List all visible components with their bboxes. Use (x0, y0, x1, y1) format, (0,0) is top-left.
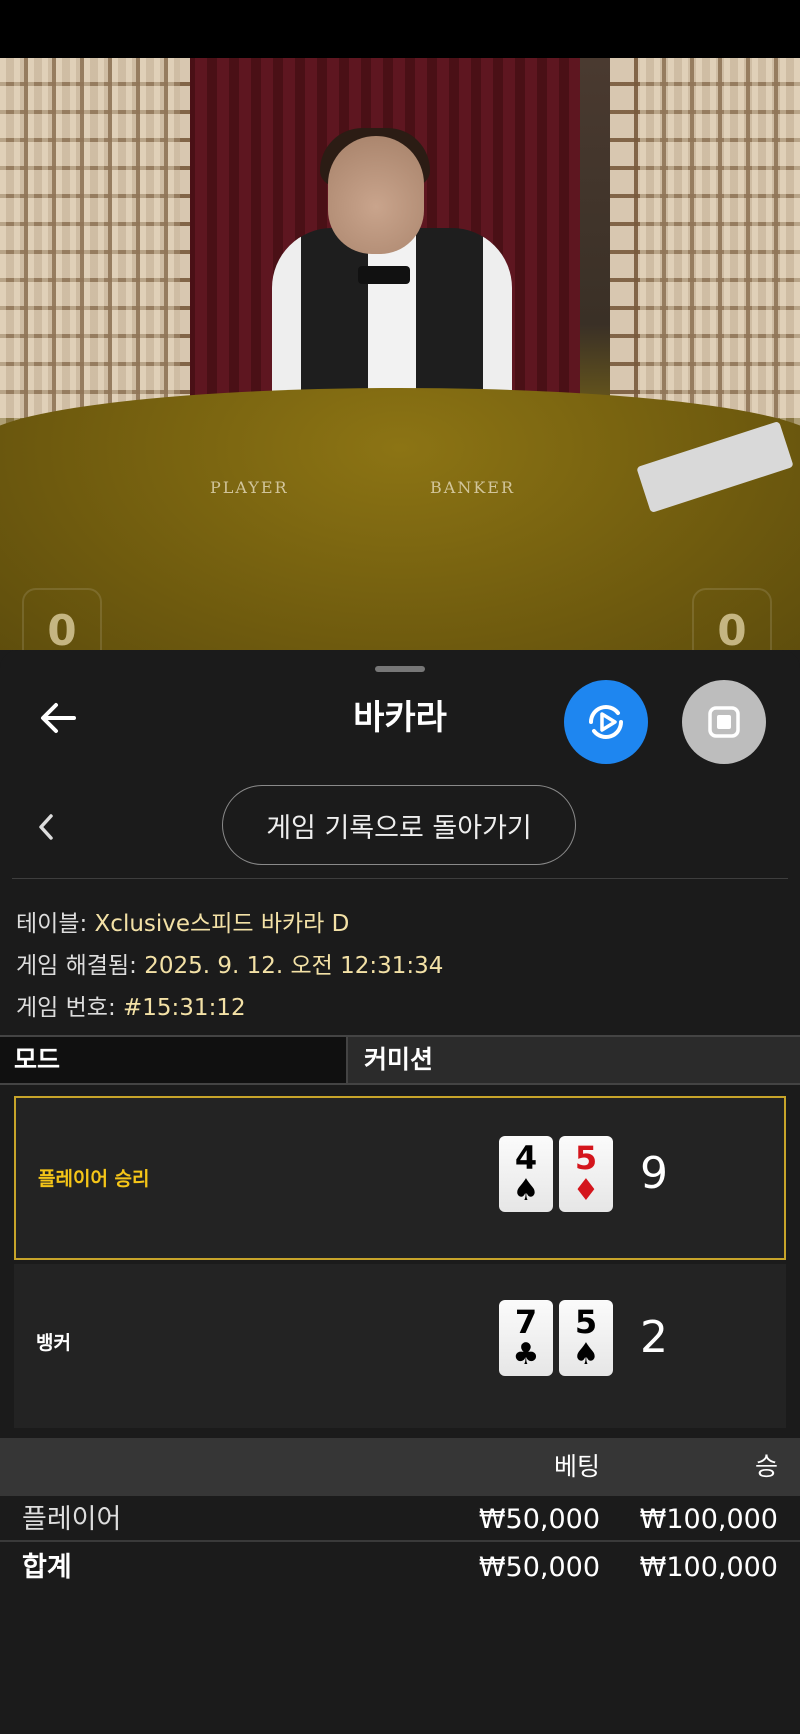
game-detail-sheet: 바카라 게임 기록으로 돌아가기 테이블: Xclusive스피드 바카라 D … (0, 650, 800, 1734)
live-stream-button[interactable] (564, 680, 648, 764)
stop-icon (708, 706, 740, 738)
table-info: 테이블: Xclusive스피드 바카라 D (16, 904, 349, 938)
game-number-info: 게임 번호: #15:31:12 (16, 988, 246, 1022)
dealer-bowtie (358, 266, 410, 284)
banker-card-1: 7 ♣ (499, 1300, 553, 1376)
resolved-info-value: 2025. 9. 12. 오전 12:31:34 (144, 953, 444, 979)
back-to-history-button[interactable]: 게임 기록으로 돌아가기 (222, 785, 576, 865)
table-label-banker: BANKER (430, 478, 515, 497)
player-hand: 플레이어 승리 4 ♠ 5 ♦ 9 (14, 1096, 786, 1260)
resolved-info: 게임 해결됨: 2025. 9. 12. 오전 12:31:34 (16, 946, 443, 980)
banker-hand-label: 뱅커 (36, 1332, 71, 1354)
curtain-right (640, 58, 800, 438)
player-card-1: 4 ♠ (499, 1136, 553, 1212)
total-name: 합계 (22, 1552, 72, 1583)
player-card-2: 5 ♦ (559, 1136, 613, 1212)
game-number-value: #15:31:12 (123, 995, 246, 1021)
row-win: ₩100,000 (639, 1504, 778, 1535)
page-title: 바카라 (353, 698, 447, 738)
mode-value: 커미션 (364, 1045, 434, 1074)
live-stream-icon (589, 705, 623, 739)
divider (12, 878, 788, 879)
row-divider (0, 1540, 800, 1542)
row-bet: ₩50,000 (478, 1504, 600, 1535)
total-row: 합계 ₩50,000 ₩100,000 (0, 1546, 800, 1590)
win-column-header: 승 (754, 1452, 778, 1481)
table-info-label: 테이블: (16, 911, 88, 937)
mode-label: 모드 (0, 1037, 348, 1083)
bet-column-header: 베팅 (553, 1452, 600, 1481)
game-number-label: 게임 번호: (16, 995, 116, 1021)
total-win: ₩100,000 (639, 1552, 778, 1583)
table-row: 플레이어 ₩50,000 ₩100,000 (0, 1498, 800, 1542)
status-bar (0, 0, 800, 58)
dealer-head (328, 136, 424, 254)
player-hand-score: 9 (640, 1148, 668, 1199)
row-name: 플레이어 (22, 1504, 122, 1535)
bets-table-header: 베팅 승 (0, 1438, 800, 1496)
banker-card-2: 5 ♠ (559, 1300, 613, 1376)
player-hand-label: 플레이어 승리 (38, 1168, 150, 1190)
drag-handle[interactable] (375, 666, 425, 672)
chevron-left-icon[interactable] (34, 810, 58, 844)
mode-row: 모드 커미션 (0, 1035, 800, 1085)
total-bet: ₩50,000 (478, 1552, 600, 1583)
player-score-display: 0 (22, 588, 102, 650)
banker-score-display: 0 (692, 588, 772, 650)
table-label-player: PLAYER (210, 478, 289, 497)
live-video: PLAYER BANKER 0 0 (0, 58, 800, 650)
banker-hand-score: 2 (640, 1312, 668, 1363)
table-info-value: Xclusive스피드 바카라 D (94, 911, 350, 937)
resolved-info-label: 게임 해결됨: (16, 953, 137, 979)
stop-button[interactable] (682, 680, 766, 764)
curtain-left (0, 58, 180, 438)
banker-hand: 뱅커 7 ♣ 5 ♠ 2 (14, 1264, 786, 1428)
baccarat-table (0, 388, 800, 650)
